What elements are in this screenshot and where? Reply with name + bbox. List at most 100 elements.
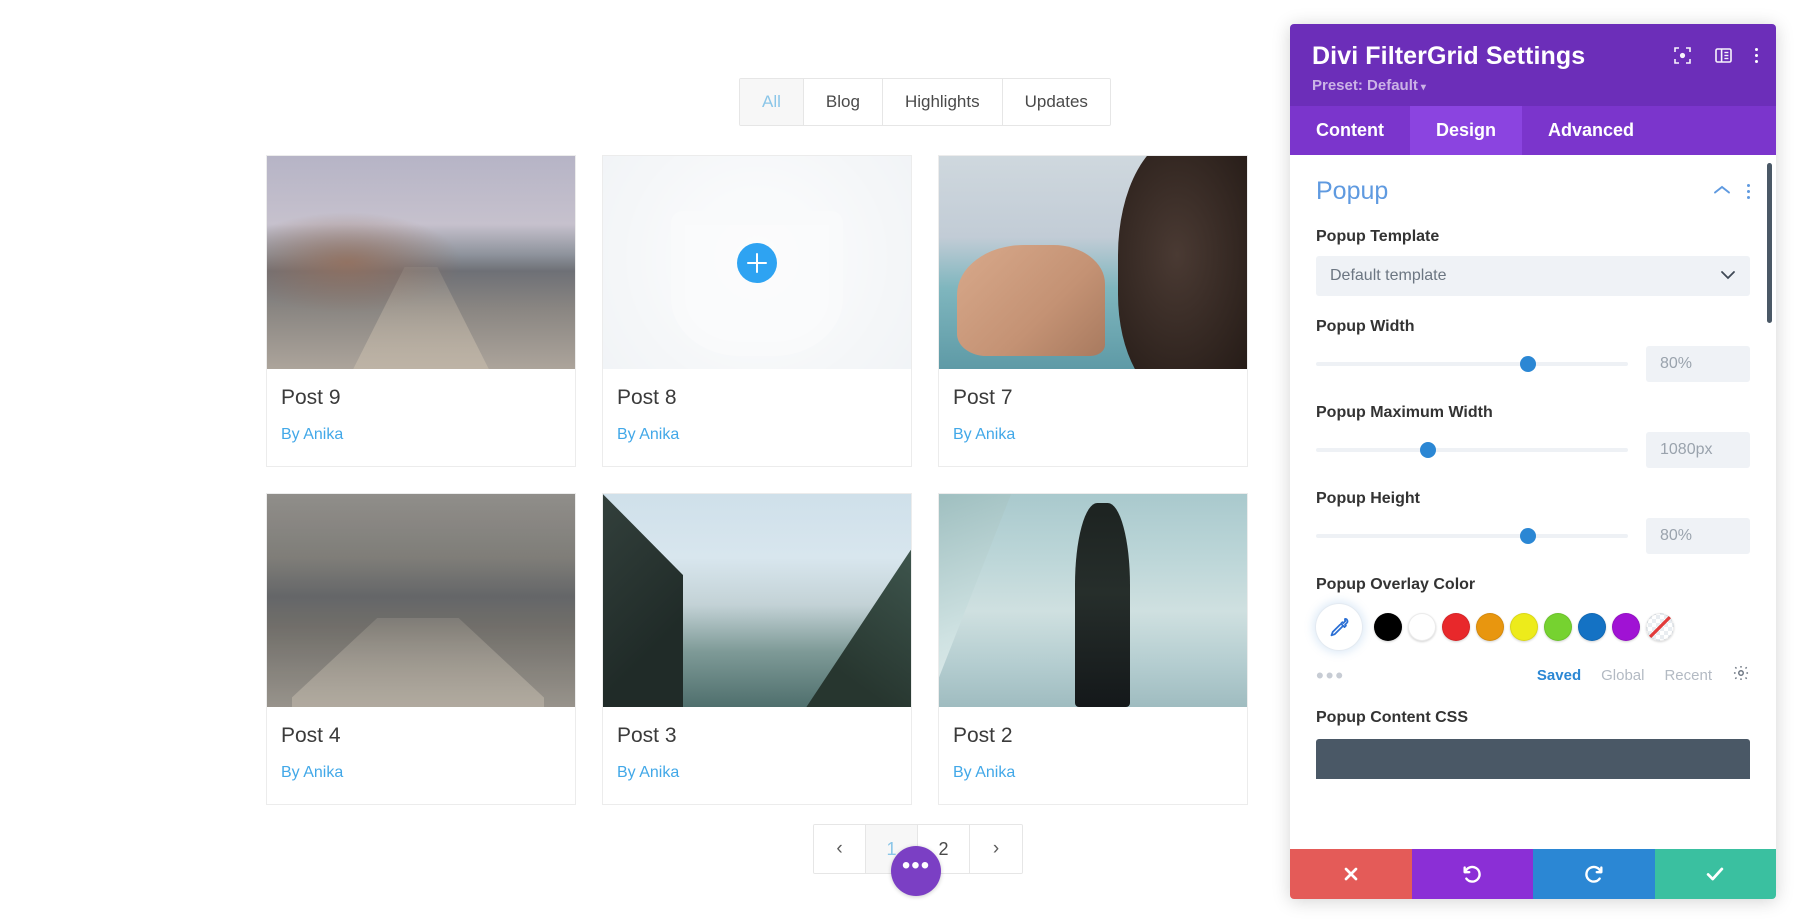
- post-title: Post 3: [617, 724, 677, 748]
- undo-button[interactable]: [1411, 849, 1533, 899]
- post-author-link[interactable]: By Anika: [281, 764, 561, 782]
- color-source-recent[interactable]: Recent: [1664, 667, 1712, 684]
- color-swatch-black[interactable]: [1374, 613, 1402, 641]
- popup-height-value-field[interactable]: 80%: [1646, 518, 1750, 554]
- filter-tab-all[interactable]: All: [740, 79, 804, 126]
- popup-width-value-field[interactable]: 80%: [1646, 346, 1750, 382]
- post-card[interactable]: Post 2 By Anika: [938, 493, 1248, 806]
- post-thumbnail: [939, 494, 1247, 708]
- chevron-up-icon[interactable]: [1713, 183, 1731, 201]
- post-body: Post 8 By Anika: [603, 369, 911, 466]
- color-swatch-green[interactable]: [1544, 613, 1572, 641]
- section-title: Popup: [1316, 177, 1389, 205]
- overflow-menu-icon[interactable]: [1755, 48, 1758, 63]
- post-body: Post 2 By Anika: [939, 707, 1247, 804]
- popup-max-width-value-field[interactable]: 1080px: [1646, 432, 1750, 468]
- popup-template-label: Popup Template: [1316, 228, 1440, 245]
- tab-design[interactable]: Design: [1409, 106, 1522, 155]
- post-card[interactable]: Post 4 By Anika: [266, 493, 576, 806]
- field-popup-height: Popup Height 80%: [1316, 490, 1750, 554]
- panel-body: Popup Popup Template Default template Po…: [1290, 155, 1776, 849]
- tab-content[interactable]: Content: [1290, 106, 1410, 155]
- pagination-prev-button[interactable]: ‹: [814, 825, 866, 873]
- preset-label: Preset: Default: [1312, 77, 1418, 94]
- save-button[interactable]: [1654, 849, 1776, 899]
- post-card[interactable]: Post 3 By Anika: [602, 493, 912, 806]
- color-swatch-purple[interactable]: [1612, 613, 1640, 641]
- color-swatch-yellow[interactable]: [1510, 613, 1538, 641]
- post-title: Post 8: [617, 386, 677, 409]
- post-author-link[interactable]: By Anika: [281, 426, 561, 444]
- color-swatch-white[interactable]: [1408, 613, 1436, 641]
- section-controls: [1713, 183, 1750, 201]
- panel-footer: [1290, 849, 1776, 899]
- filter-tab-highlights[interactable]: Highlights: [882, 79, 1003, 126]
- popup-content-css-editor[interactable]: [1316, 739, 1750, 779]
- section-overflow-menu-icon[interactable]: [1747, 184, 1750, 199]
- field-popup-width: Popup Width 80%: [1316, 318, 1750, 382]
- popup-section-header[interactable]: Popup: [1316, 177, 1750, 206]
- popup-height-value: 80%: [1660, 527, 1693, 544]
- post-image: [939, 156, 1247, 369]
- popup-template-select[interactable]: Default template: [1316, 256, 1750, 296]
- tab-advanced[interactable]: Advanced: [1522, 106, 1660, 155]
- color-swatch-none[interactable]: [1646, 613, 1674, 641]
- gear-icon[interactable]: [1732, 664, 1750, 687]
- color-source-saved[interactable]: Saved: [1537, 667, 1581, 684]
- color-meta-row: ••• Saved Global Recent: [1316, 664, 1750, 687]
- post-body: Post 4 By Anika: [267, 707, 575, 804]
- post-image: [267, 156, 575, 369]
- post-thumbnail: [603, 494, 911, 708]
- panel-tabs: Content Design Advanced: [1290, 106, 1776, 155]
- load-more-button[interactable]: •••: [891, 846, 941, 896]
- post-author-link[interactable]: By Anika: [953, 764, 1233, 782]
- focus-target-icon[interactable]: [1673, 46, 1692, 65]
- page-preview: All Blog Highlights Updates Post 9 By Anika P…: [0, 0, 1270, 923]
- close-button[interactable]: [1290, 849, 1412, 899]
- color-source-global[interactable]: Global: [1601, 667, 1644, 684]
- post-body: Post 7 By Anika: [939, 369, 1247, 466]
- post-title: Post 9: [281, 386, 341, 409]
- panel-header-icons: [1673, 46, 1758, 65]
- eyedropper-icon[interactable]: [1316, 604, 1362, 650]
- field-popup-overlay-color: Popup Overlay Color ••• SavedGlobalRec: [1316, 576, 1750, 687]
- panel-scrollbar[interactable]: [1767, 163, 1772, 323]
- color-swatch-red[interactable]: [1442, 613, 1470, 641]
- popup-width-slider-knob[interactable]: [1520, 356, 1537, 372]
- color-more-dots[interactable]: •••: [1316, 664, 1345, 686]
- popup-height-slider[interactable]: [1316, 528, 1628, 544]
- popup-max-width-value: 1080px: [1660, 441, 1713, 458]
- post-author-link[interactable]: By Anika: [617, 426, 897, 444]
- color-swatch-blue[interactable]: [1578, 613, 1606, 641]
- post-image: [603, 494, 911, 708]
- panel-header: Divi FilterGrid Settings Preset: Default…: [1290, 24, 1776, 106]
- post-hover-overlay: [603, 156, 911, 369]
- post-card[interactable]: Post 9 By Anika: [266, 155, 576, 468]
- preset-selector[interactable]: Preset: Default ▾: [1312, 77, 1754, 94]
- filter-tab-updates[interactable]: Updates: [1002, 79, 1110, 126]
- plus-icon[interactable]: [737, 242, 777, 283]
- popup-height-slider-knob[interactable]: [1520, 528, 1537, 544]
- post-grid: Post 9 By Anika Post 8 By Anika Post 7 By Ani…: [266, 155, 1251, 806]
- post-author-link[interactable]: By Anika: [617, 764, 897, 782]
- popup-width-label: Popup Width: [1316, 318, 1415, 335]
- field-popup-template: Popup Template Default template: [1316, 228, 1750, 296]
- post-image: [267, 494, 575, 708]
- popup-width-slider[interactable]: [1316, 356, 1628, 372]
- divi-settings-panel: Divi FilterGrid Settings Preset: Default…: [1290, 24, 1776, 899]
- popup-height-label: Popup Height: [1316, 490, 1420, 507]
- popup-max-width-slider-knob[interactable]: [1420, 442, 1437, 458]
- post-body: Post 9 By Anika: [267, 369, 575, 466]
- layout-panel-icon[interactable]: [1714, 46, 1733, 65]
- popup-max-width-slider[interactable]: [1316, 442, 1628, 458]
- filter-tab-blog[interactable]: Blog: [803, 79, 883, 126]
- post-author-link[interactable]: By Anika: [953, 426, 1233, 444]
- post-card[interactable]: Post 7 By Anika: [938, 155, 1248, 468]
- post-card[interactable]: Post 8 By Anika: [602, 155, 912, 468]
- redo-button[interactable]: [1533, 849, 1655, 899]
- pagination-next-button[interactable]: ›: [970, 825, 1022, 873]
- color-swatch-orange[interactable]: [1476, 613, 1504, 641]
- post-image: [939, 494, 1247, 708]
- post-thumbnail: [939, 156, 1247, 369]
- popup-width-value: 80%: [1660, 355, 1693, 372]
